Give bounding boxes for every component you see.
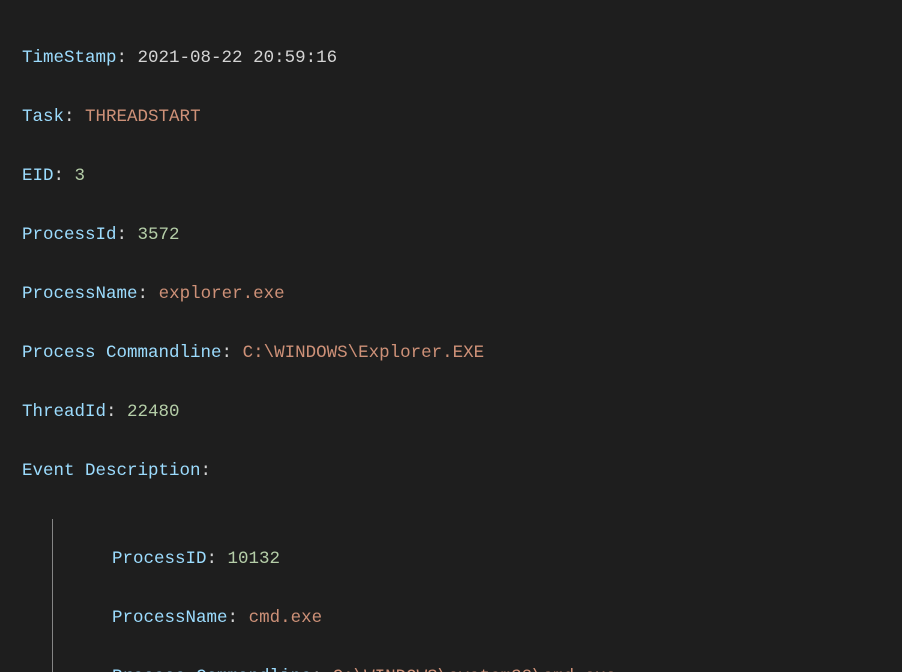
key-n-processid: ProcessID — [112, 549, 207, 569]
line-eventdesc: Event Description: — [22, 457, 884, 487]
val-n-processname: cmd.exe — [249, 608, 323, 628]
val-processname: explorer.exe — [159, 284, 285, 304]
key-cmdline: Process Commandline — [22, 343, 222, 363]
key-threadid: ThreadId — [22, 402, 106, 422]
key-processname: ProcessName — [22, 284, 138, 304]
line-eid: EID: 3 — [22, 162, 884, 192]
val-processid: 3572 — [138, 225, 180, 245]
line-task: Task: THREADSTART — [22, 103, 884, 133]
key-eid: EID — [22, 166, 54, 186]
line-cmdline: Process Commandline: C:\WINDOWS\Explorer… — [22, 339, 884, 369]
line-n-cmdline: Process Commandline: C:\WINDOWS\system32… — [112, 663, 884, 672]
val-timestamp: 2021-08-22 20:59:16 — [138, 48, 338, 68]
val-threadid: 22480 — [127, 402, 180, 422]
log-output: TimeStamp: 2021-08-22 20:59:16 Task: THR… — [0, 0, 902, 672]
key-timestamp: TimeStamp — [22, 48, 117, 68]
key-n-cmdline: Process Commandline — [112, 667, 312, 672]
line-processname: ProcessName: explorer.exe — [22, 280, 884, 310]
key-processid: ProcessId — [22, 225, 117, 245]
val-eid: 3 — [75, 166, 86, 186]
line-n-processname: ProcessName: cmd.exe — [112, 604, 884, 634]
key-n-processname: ProcessName — [112, 608, 228, 628]
line-timestamp: TimeStamp: 2021-08-22 20:59:16 — [22, 44, 884, 74]
val-task: THREADSTART — [85, 107, 201, 127]
key-eventdesc: Event Description — [22, 461, 201, 481]
event-description-block: ProcessID: 10132 ProcessName: cmd.exe Pr… — [22, 516, 884, 672]
key-task: Task — [22, 107, 64, 127]
val-n-processid: 10132 — [228, 549, 281, 569]
line-processid: ProcessId: 3572 — [22, 221, 884, 251]
val-n-cmdline: C:\WINDOWS\system32\cmd.exe — [333, 667, 617, 672]
val-cmdline: C:\WINDOWS\Explorer.EXE — [243, 343, 485, 363]
line-n-processid: ProcessID: 10132 — [112, 545, 884, 575]
line-threadid: ThreadId: 22480 — [22, 398, 884, 428]
